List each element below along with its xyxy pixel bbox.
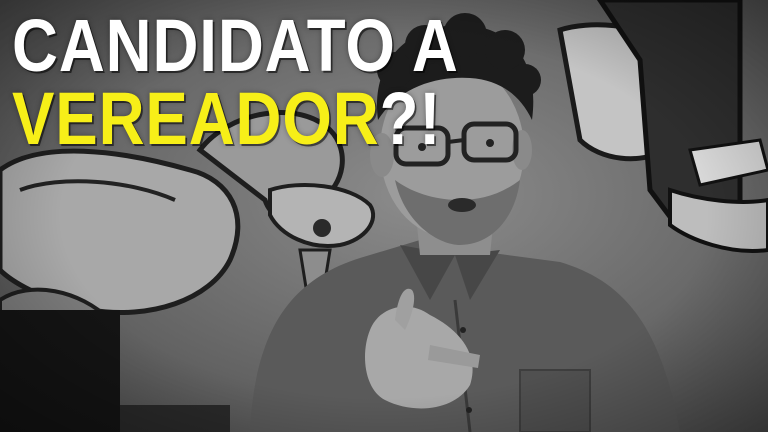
headline-highlight: VEREADOR [12, 76, 380, 160]
video-thumbnail: CANDIDATO A VEREADOR?! [0, 0, 768, 432]
headline-punctuation: ?! [379, 76, 442, 160]
headline-line-1: CANDIDATO A [12, 4, 459, 87]
thumbnail-headline: CANDIDATO A VEREADOR?! [12, 4, 531, 156]
headline-line-2: VEREADOR?! [12, 81, 459, 156]
